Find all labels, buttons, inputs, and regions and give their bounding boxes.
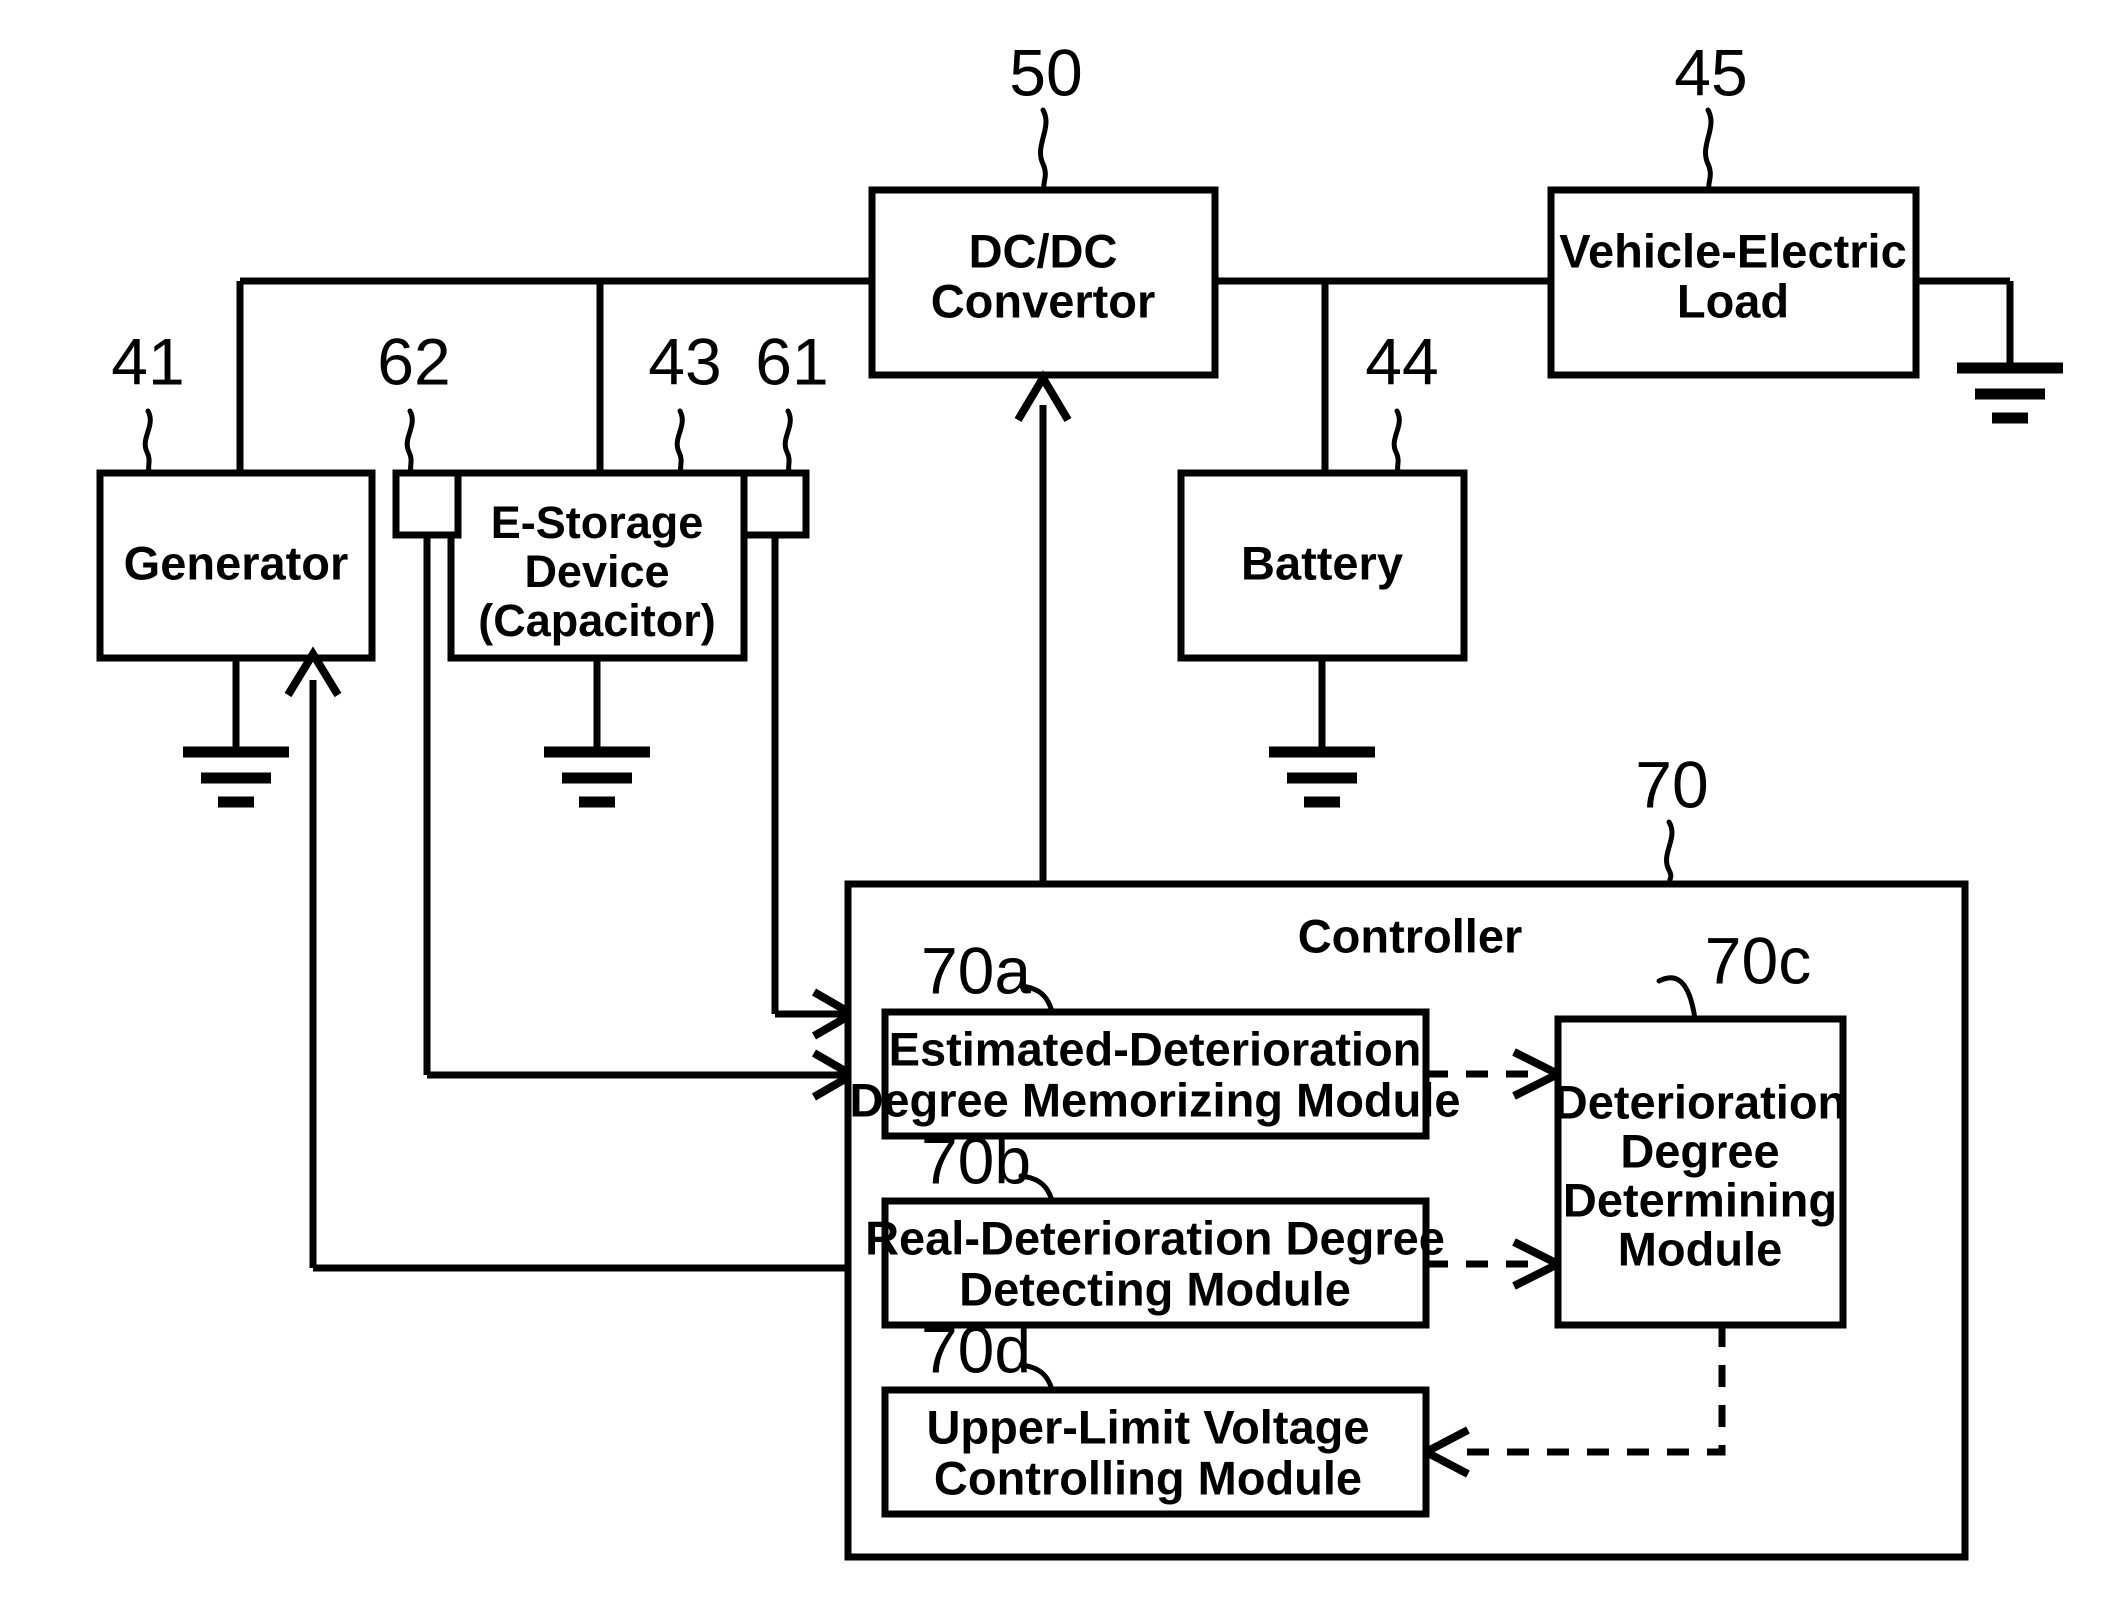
patent-block-diagram: Generator 41 E-Storage Device (Capacitor… bbox=[0, 0, 2105, 1623]
leader-44 bbox=[1391, 408, 1402, 476]
diagram-canvas: Generator 41 E-Storage Device (Capacitor… bbox=[96, 35, 2063, 1561]
battery-label: Battery bbox=[1241, 536, 1403, 589]
module-70c-label-line4: Module bbox=[1618, 1222, 1782, 1275]
leader-43 bbox=[674, 408, 685, 476]
ref-label-50: 50 bbox=[1009, 35, 1082, 109]
ref-label-70: 70 bbox=[1635, 747, 1708, 821]
battery-block: Battery bbox=[1177, 469, 1468, 808]
vehicle-load-block: Vehicle-Electric Load bbox=[1547, 186, 2063, 424]
controller-label: Controller bbox=[1298, 909, 1523, 962]
module-70c-label-line3: Determining bbox=[1563, 1173, 1837, 1226]
leader-61 bbox=[782, 408, 793, 476]
module-70d-label-line2: Controlling Module bbox=[934, 1451, 1362, 1504]
leader-62 bbox=[404, 408, 415, 476]
leader-50 bbox=[1038, 107, 1049, 193]
ref-label-45: 45 bbox=[1674, 35, 1747, 109]
estorage-label-line3: (Capacitor) bbox=[478, 595, 716, 646]
generator-block: Generator bbox=[96, 469, 376, 808]
module-70d-block: Upper-Limit Voltage Controlling Module bbox=[881, 1386, 1430, 1518]
dcdc-label-line2: Convertor bbox=[931, 274, 1156, 327]
ref-label-61: 61 bbox=[755, 324, 828, 398]
generator-label: Generator bbox=[124, 536, 349, 589]
leader-70 bbox=[1664, 819, 1675, 887]
estorage-label-line2: Device bbox=[524, 546, 669, 597]
module-70b-label-line1: Real-Deterioration Degree bbox=[865, 1211, 1445, 1264]
module-70c-label-line2: Degree bbox=[1620, 1124, 1779, 1177]
vehicle-load-label-line2: Load bbox=[1677, 274, 1789, 327]
sensor-61-box bbox=[740, 469, 810, 539]
ref-label-70a: 70a bbox=[921, 933, 1031, 1007]
sensor-62-box bbox=[392, 469, 462, 539]
ref-label-62: 62 bbox=[377, 324, 450, 398]
ref-label-41: 41 bbox=[111, 324, 184, 398]
estorage-ground-icon bbox=[544, 746, 650, 808]
dcdc-converter-block: DC/DC Convertor bbox=[868, 186, 1219, 379]
module-70c-label-line1: Deterioration bbox=[1554, 1075, 1847, 1128]
controller-to-dcdc-wire bbox=[1014, 370, 1072, 884]
controller-to-generator-wire bbox=[284, 646, 848, 1272]
ref-label-70d: 70d bbox=[921, 1312, 1031, 1386]
module-70a-label-line2: Degree Memorizing Module bbox=[849, 1073, 1460, 1126]
module-70c-block: Deterioration Degree Determining Module bbox=[1554, 1015, 1847, 1329]
vehicle-load-label-line1: Vehicle-Electric bbox=[1559, 224, 1906, 277]
leader-45 bbox=[1703, 107, 1714, 193]
estorage-block: E-Storage Device (Capacitor) bbox=[447, 469, 748, 808]
battery-ground-icon bbox=[1269, 746, 1375, 808]
module-70a-label-line1: Estimated-Deterioration bbox=[889, 1022, 1422, 1075]
dcdc-label-line1: DC/DC bbox=[969, 224, 1118, 277]
sensor-61-block bbox=[740, 469, 860, 1040]
vehicle-load-ground-icon bbox=[1957, 362, 2063, 424]
generator-ground-icon bbox=[183, 746, 289, 808]
ref-label-70c: 70c bbox=[1705, 923, 1811, 997]
ref-label-44: 44 bbox=[1365, 324, 1438, 398]
ref-label-70b: 70b bbox=[921, 1123, 1031, 1197]
leader-41 bbox=[142, 408, 153, 476]
module-70d-label-line1: Upper-Limit Voltage bbox=[926, 1400, 1369, 1453]
estorage-label-line1: E-Storage bbox=[491, 497, 704, 548]
ref-label-43: 43 bbox=[648, 324, 721, 398]
module-70b-label-line2: Detecting Module bbox=[959, 1262, 1351, 1315]
